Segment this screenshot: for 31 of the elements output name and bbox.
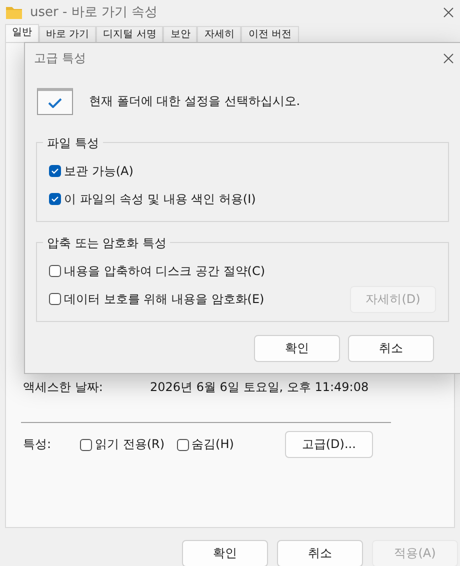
checkmark-icon: [37, 88, 73, 115]
dialog-button[interactable]: 취소: [277, 540, 363, 566]
checkbox[interactable]: 보관 가능(A): [49, 162, 134, 180]
advanced-button[interactable]: 고급(D)...: [284, 431, 373, 458]
prompt-text: 현재 폴더에 대한 설정을 선택하십시오.: [89, 93, 300, 110]
folder-icon: [6, 6, 22, 18]
checkmark-icon: [51, 195, 59, 203]
attributes-label: 특성:: [23, 436, 52, 453]
dialog-button[interactable]: 확인: [182, 540, 268, 566]
checkmark-icon: [51, 167, 59, 175]
tab[interactable]: 디지털 서명: [96, 26, 164, 42]
tab[interactable]: 자세히: [197, 26, 242, 42]
group-title: 압축 또는 암호화 특성: [43, 235, 170, 252]
field-label: 액세스한 날짜:: [23, 379, 104, 396]
checkbox[interactable]: 내용을 압축하여 디스크 공간 절약(C): [49, 262, 265, 280]
group-title: 파일 특성: [43, 135, 103, 152]
tab[interactable]: 보안: [163, 26, 198, 42]
window-title: user - 바로 가기 속성: [30, 4, 159, 21]
dialog-title: 고급 특성: [34, 50, 87, 66]
dialog-button[interactable]: 확인: [254, 335, 340, 362]
close-icon[interactable]: [443, 6, 454, 18]
checkbox[interactable]: 데이터 보호를 위해 내용을 암호화(E): [49, 290, 264, 308]
tab[interactable]: 이전 버전: [241, 26, 299, 42]
checkbox[interactable]: 숨김(H): [176, 436, 234, 453]
tab[interactable]: 바로 가기: [39, 26, 96, 42]
field-value: 2026년 6월 6일 토요일, 오후 11:49:08: [150, 379, 369, 396]
checkbox[interactable]: 이 파일의 속성 및 내용 색인 허용(I): [49, 190, 256, 208]
tab[interactable]: 일반: [5, 24, 39, 42]
checkbox[interactable]: 읽기 전용(R): [80, 436, 165, 453]
dialog-button[interactable]: 취소: [348, 335, 434, 362]
close-icon[interactable]: [443, 52, 454, 64]
